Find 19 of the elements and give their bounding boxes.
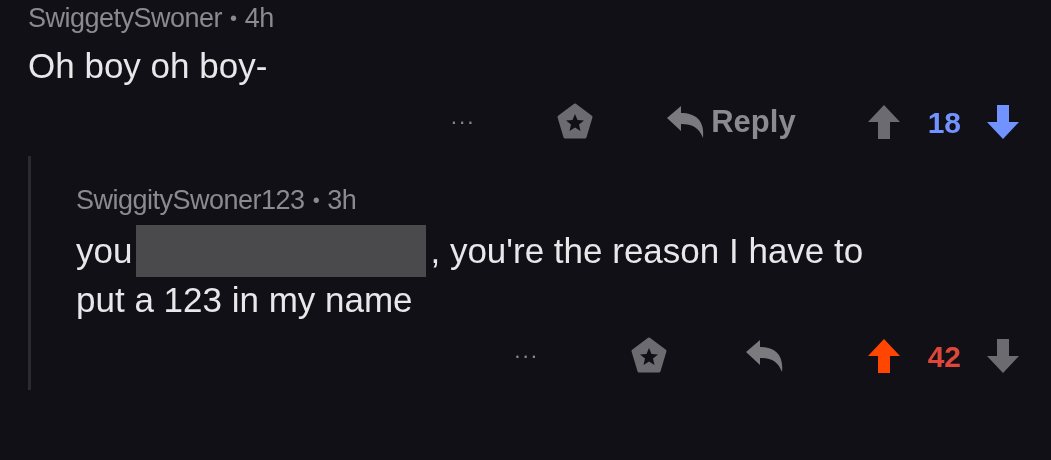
reply-button[interactable]: Reply <box>665 98 796 146</box>
timestamp: 3h <box>327 184 357 217</box>
downvote-icon[interactable] <box>985 103 1021 141</box>
vote-count: 42 <box>927 338 961 375</box>
upvote-icon[interactable] <box>865 337 902 375</box>
comment-text: put a 123 in my name <box>76 278 413 321</box>
comment-text: , you're the reason I have to <box>430 229 864 272</box>
more-button[interactable]: ··· <box>450 111 476 133</box>
separator-dot: • <box>312 188 320 214</box>
comment-text: Oh boy oh boy- <box>28 44 268 87</box>
separator-dot: • <box>230 6 237 32</box>
username: SwiggetySwoner <box>28 2 223 35</box>
comment-text: you <box>76 229 133 272</box>
downvote-icon[interactable] <box>985 337 1021 375</box>
more-button[interactable]: ··· <box>513 345 539 367</box>
username: SwiggitySwoner123 <box>76 184 305 217</box>
timestamp: 4h <box>244 2 274 35</box>
vote-count: 18 <box>927 104 961 141</box>
upvote-icon[interactable] <box>865 103 902 141</box>
